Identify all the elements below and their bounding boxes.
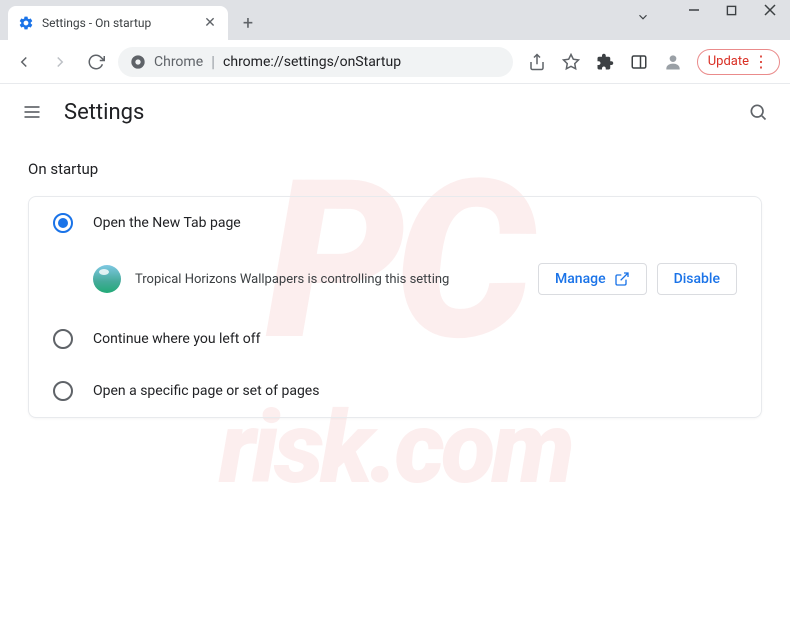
profile-avatar-icon[interactable] <box>663 52 683 72</box>
url-toolbar: Chrome | chrome://settings/onStartup Upd… <box>0 40 790 84</box>
menu-dots-icon: ⋮ <box>753 54 769 70</box>
startup-options-card: Open the New Tab page Tropical Horizons … <box>28 196 762 418</box>
option-new-tab-page[interactable]: Open the New Tab page <box>29 197 761 249</box>
settings-content: On startup Open the New Tab page Tropica… <box>0 140 790 438</box>
chrome-logo-icon <box>130 54 146 70</box>
menu-hamburger-icon[interactable] <box>20 100 44 124</box>
browser-tab[interactable]: Settings - On startup ✕ <box>8 6 228 40</box>
tab-title: Settings - On startup <box>42 16 194 30</box>
settings-header: Settings <box>0 84 790 140</box>
reload-button[interactable] <box>82 48 110 76</box>
radio-unselected-icon[interactable] <box>53 329 73 349</box>
disable-button[interactable]: Disable <box>657 263 737 295</box>
window-titlebar: Settings - On startup ✕ + <box>0 0 790 40</box>
extensions-puzzle-icon[interactable] <box>595 52 615 72</box>
back-button[interactable] <box>10 48 38 76</box>
url-separator: | <box>211 52 215 71</box>
page-title: Settings <box>64 100 144 125</box>
extension-notice-text: Tropical Horizons Wallpapers is controll… <box>135 272 524 287</box>
share-icon[interactable] <box>527 52 547 72</box>
update-button[interactable]: Update ⋮ <box>697 49 780 75</box>
option-label: Continue where you left off <box>93 331 261 347</box>
section-title: On startup <box>28 160 762 178</box>
side-panel-icon[interactable] <box>629 52 649 72</box>
open-external-icon <box>614 271 630 287</box>
option-continue[interactable]: Continue where you left off <box>29 313 761 365</box>
manage-button[interactable]: Manage <box>538 263 647 295</box>
address-bar[interactable]: Chrome | chrome://settings/onStartup <box>118 47 513 77</box>
window-controls <box>688 4 784 16</box>
tab-search-chevron-icon[interactable] <box>636 10 650 24</box>
new-tab-button[interactable]: + <box>234 9 262 37</box>
disable-label: Disable <box>674 271 720 287</box>
extension-action-buttons: Manage Disable <box>538 263 737 295</box>
radio-unselected-icon[interactable] <box>53 381 73 401</box>
extension-icon <box>93 265 121 293</box>
settings-gear-icon <box>18 15 34 31</box>
radio-selected-icon[interactable] <box>53 213 73 233</box>
extension-control-notice: Tropical Horizons Wallpapers is controll… <box>29 249 761 313</box>
close-tab-icon[interactable]: ✕ <box>202 15 218 31</box>
option-specific-pages[interactable]: Open a specific page or set of pages <box>29 365 761 417</box>
update-label: Update <box>708 54 749 69</box>
toolbar-right-icons <box>521 52 689 72</box>
minimize-icon[interactable] <box>688 4 708 16</box>
forward-button[interactable] <box>46 48 74 76</box>
maximize-icon[interactable] <box>726 5 746 16</box>
close-window-icon[interactable] <box>764 4 784 16</box>
option-label: Open the New Tab page <box>93 215 241 231</box>
manage-label: Manage <box>555 271 606 287</box>
url-origin-label: Chrome <box>154 54 203 70</box>
bookmark-star-icon[interactable] <box>561 52 581 72</box>
url-path: chrome://settings/onStartup <box>223 54 401 70</box>
search-icon[interactable] <box>746 100 770 124</box>
option-label: Open a specific page or set of pages <box>93 383 319 399</box>
